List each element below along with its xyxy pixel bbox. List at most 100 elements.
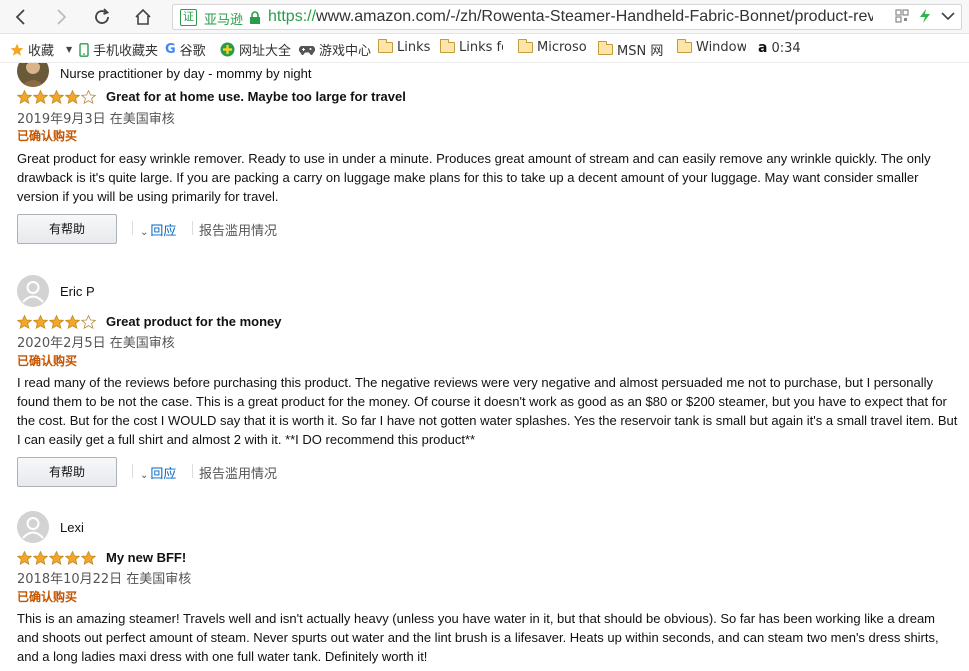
reply-label: 回应 <box>150 224 177 239</box>
review-date: 2018年10月22日 在美国审核 <box>17 572 192 587</box>
star-filled-icon <box>49 90 64 104</box>
divider <box>132 221 133 235</box>
address-bar-actions <box>895 8 955 24</box>
home-icon <box>135 8 151 25</box>
star-filled-icon <box>65 315 80 329</box>
dropdown-arrow-icon[interactable]: ▼ <box>66 45 72 54</box>
home-button[interactable] <box>131 5 155 29</box>
star-filled-icon <box>65 90 80 104</box>
bookmark-label: 0:34 <box>771 40 801 56</box>
bookmarks-bar: 收藏 ▼ 手机收藏夹 G 谷歌 网址大全 游戏中心 Links Links fo… <box>0 35 969 63</box>
review-body: This is an amazing steamer! Travels well… <box>17 611 939 664</box>
bookmark-label: 手机收藏夹 <box>93 44 159 59</box>
bookmark-label: 收藏 <box>28 44 55 59</box>
bookmark-label: 谷歌 <box>179 44 206 59</box>
avatar[interactable] <box>17 511 49 543</box>
bookmark-folder-links-for[interactable]: Links fo <box>440 39 503 55</box>
bookmark-folder-msn[interactable]: MSN 网 <box>598 40 667 59</box>
user-photo-icon <box>21 63 45 87</box>
review-item: Nurse practitioner by day - mommy by nig… <box>17 63 962 255</box>
review-date: 2019年9月3日 在美国审核 <box>17 112 175 127</box>
google-icon: G <box>165 42 176 57</box>
star-filled-icon <box>49 315 64 329</box>
certificate-icon[interactable]: 证 <box>180 9 197 26</box>
url-text[interactable]: https://www.amazon.com/-/zh/Rowenta-Stea… <box>268 8 873 26</box>
divider <box>132 464 133 478</box>
bookmark-label: Links <box>397 40 431 55</box>
avatar[interactable] <box>17 275 49 307</box>
review-title[interactable]: My new BFF! <box>106 550 186 565</box>
verified-purchase-badge: 已确认购买 <box>17 129 78 143</box>
folder-icon <box>440 39 455 53</box>
report-abuse-link[interactable]: 报告滥用情况 <box>199 220 277 239</box>
bookmark-folder-microsoft[interactable]: Microso <box>518 39 587 55</box>
bookmark-games[interactable]: 游戏中心 <box>299 40 371 59</box>
reviewer-name[interactable]: Nurse practitioner by day - mommy by nig… <box>60 66 311 81</box>
star-rating[interactable] <box>17 315 96 329</box>
chevron-down-icon: ⌄ <box>140 227 149 238</box>
review-title[interactable]: Great for at home use. Maybe too large f… <box>106 89 406 104</box>
star-filled-icon <box>65 551 80 565</box>
star-icon <box>10 43 24 56</box>
bookmark-amazon[interactable]: a 0:34 <box>758 40 801 56</box>
bookmark-mobile[interactable]: 手机收藏夹 <box>79 40 158 59</box>
star-rating[interactable] <box>17 90 96 104</box>
reply-link[interactable]: ⌄ 回应 <box>140 463 176 482</box>
avatar[interactable] <box>17 63 49 87</box>
star-rating[interactable] <box>17 551 96 565</box>
forward-button[interactable] <box>49 5 73 29</box>
browser-toolbar: 证 亚马逊 https://www.amazon.com/-/zh/Rowent… <box>0 0 969 34</box>
bookmark-label: Links fo <box>459 40 503 55</box>
bookmark-favorites[interactable]: 收藏 ▼ <box>10 40 72 59</box>
report-abuse-link[interactable]: 报告滥用情况 <box>199 463 277 482</box>
bookmark-label: MSN 网 <box>617 44 664 59</box>
plus-icon <box>220 42 235 57</box>
star-filled-icon <box>17 551 32 565</box>
gamepad-icon <box>299 45 315 55</box>
reviewer-name[interactable]: Lexi <box>60 520 84 535</box>
forward-arrow-icon <box>57 9 67 25</box>
helpful-button[interactable]: 有帮助 <box>17 457 117 487</box>
review-title[interactable]: Great product for the money <box>106 314 282 329</box>
bookmark-label: 网址大全 <box>239 44 292 59</box>
qr-code-icon[interactable] <box>895 9 909 23</box>
folder-icon <box>378 39 393 53</box>
folder-icon <box>598 41 613 55</box>
star-filled-icon <box>33 315 48 329</box>
lightning-icon[interactable] <box>919 8 931 24</box>
bookmark-google[interactable]: G 谷歌 <box>165 40 206 59</box>
star-filled-icon <box>33 551 48 565</box>
star-filled-icon <box>49 551 64 565</box>
bookmark-label: Microso <box>537 40 587 55</box>
divider <box>192 464 193 478</box>
reply-link[interactable]: ⌄ 回应 <box>140 220 176 239</box>
bookmark-folder-windows[interactable]: Window <box>677 39 746 55</box>
bookmark-folder-links[interactable]: Links <box>378 39 431 55</box>
reload-button[interactable] <box>90 5 114 29</box>
bookmark-label: 游戏中心 <box>319 44 372 59</box>
address-bar[interactable]: 证 亚马逊 https://www.amazon.com/-/zh/Rowent… <box>172 4 962 30</box>
star-filled-icon <box>33 90 48 104</box>
reply-label: 回应 <box>150 467 177 482</box>
url-protocol: https:// <box>268 8 317 25</box>
star-empty-icon <box>81 315 96 329</box>
review-item: Eric P Great product for the money 2020年… <box>17 275 962 505</box>
bookmark-directory[interactable]: 网址大全 <box>220 40 291 59</box>
star-filled-icon <box>81 551 96 565</box>
review-item: Lexi My new BFF! 2018年10月22日 在美国审核 已确认购买… <box>17 511 962 671</box>
back-button[interactable] <box>9 5 33 29</box>
star-filled-icon <box>17 315 32 329</box>
certificate-label[interactable]: 亚马逊 <box>204 9 243 28</box>
review-list: Nurse practitioner by day - mommy by nig… <box>0 63 969 671</box>
helpful-button[interactable]: 有帮助 <box>17 214 117 244</box>
verified-purchase-badge: 已确认购买 <box>17 590 78 604</box>
review-date: 2020年2月5日 在美国审核 <box>17 336 175 351</box>
reload-icon <box>95 8 110 24</box>
amazon-icon: a <box>758 40 768 56</box>
lock-icon <box>250 11 260 24</box>
folder-icon <box>518 39 533 53</box>
reviewer-name[interactable]: Eric P <box>60 284 95 299</box>
chevron-down-icon[interactable] <box>941 11 955 21</box>
url-path: www.amazon.com/-/zh/Rowenta-Steamer-Hand… <box>316 8 873 25</box>
verified-purchase-badge: 已确认购买 <box>17 354 78 368</box>
